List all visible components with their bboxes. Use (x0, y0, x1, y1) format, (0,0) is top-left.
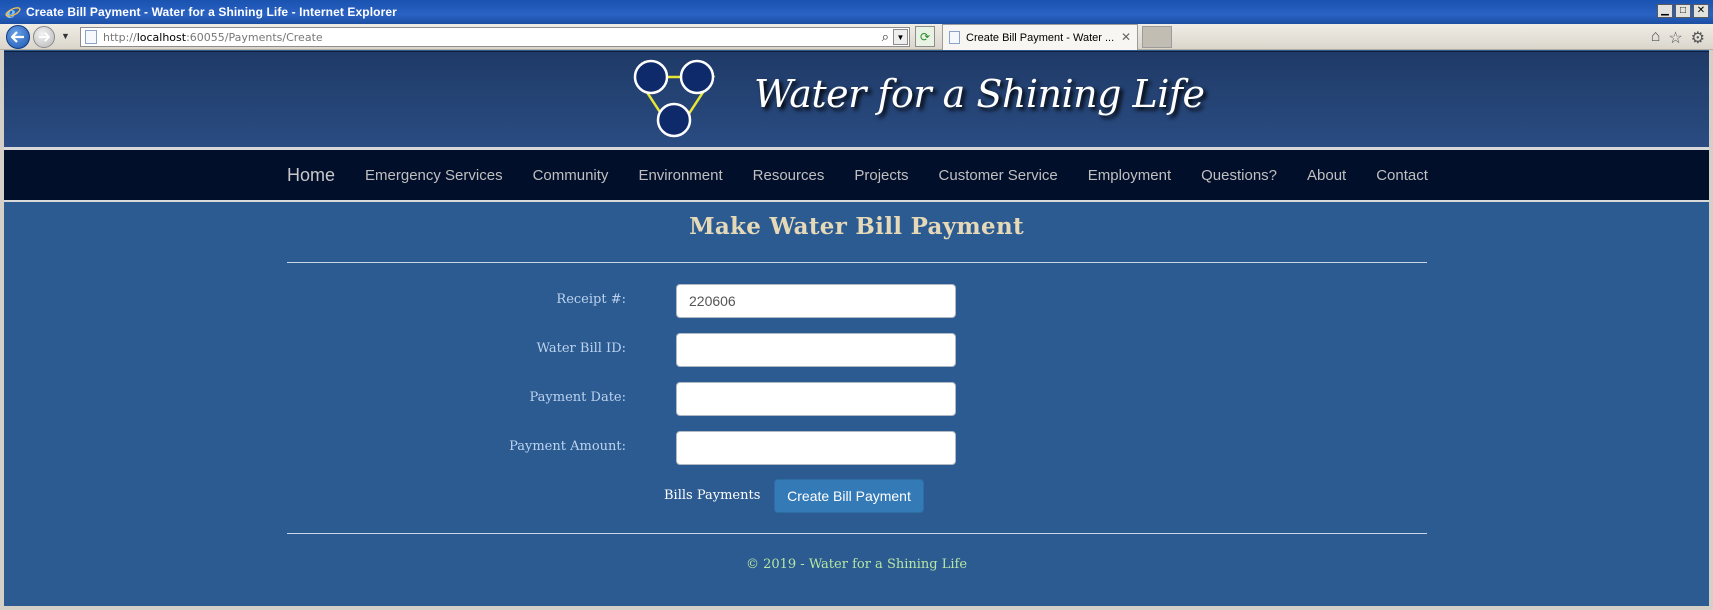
site-logo-icon (633, 59, 716, 138)
site-title[interactable]: Water for a Shining Life (754, 72, 1205, 116)
nav-environment-link[interactable]: Environment (638, 167, 722, 184)
minimize-button[interactable]: ▁ (1657, 4, 1673, 18)
water-bill-id-row: Water Bill ID: (4, 333, 1709, 367)
browser-toolbar: ▼ http://localhost:60055/Payments/Create… (0, 24, 1713, 50)
nav-resources-link[interactable]: Resources (753, 167, 825, 184)
favorites-star-icon[interactable]: ☆ (1668, 28, 1682, 48)
main-navigation: Home Emergency Services Community Enviro… (4, 150, 1709, 200)
payment-date-input[interactable] (676, 382, 956, 416)
tab-close-icon[interactable]: ✕ (1121, 30, 1131, 44)
nav-home-link[interactable]: Home (287, 165, 335, 186)
window-titlebar: e Create Bill Payment - Water for a Shin… (0, 0, 1713, 24)
forward-arrow-icon (39, 32, 50, 42)
payment-amount-row: Payment Amount: (4, 431, 1709, 465)
search-icon[interactable]: ⌕ (882, 29, 889, 45)
browser-tab[interactable]: Create Bill Payment - Water ... ✕ (942, 24, 1138, 50)
tab-page-icon (949, 31, 960, 44)
refresh-button[interactable]: ⟳ (915, 26, 935, 47)
payment-amount-label: Payment Amount: (509, 439, 626, 454)
window-frame-bottom (0, 606, 1713, 610)
back-arrow-icon (11, 31, 24, 43)
window-frame-right (1709, 50, 1713, 610)
nav-customer-service-link[interactable]: Customer Service (939, 167, 1058, 184)
receipt-label: Receipt #: (556, 292, 626, 307)
bottom-divider (287, 533, 1427, 534)
footer-copyright: © 2019 - Water for a Shining Life (745, 557, 968, 572)
settings-gear-icon[interactable]: ⚙ (1691, 28, 1705, 48)
payment-date-row: Payment Date: (4, 382, 1709, 416)
water-bill-id-input[interactable] (676, 333, 956, 367)
new-tab-button[interactable] (1142, 26, 1172, 48)
nav-emergency-services-link[interactable]: Emergency Services (365, 167, 503, 184)
forward-button[interactable] (33, 26, 55, 48)
nav-about-link[interactable]: About (1307, 167, 1346, 184)
top-divider (287, 262, 1427, 263)
internet-explorer-icon: e (4, 3, 22, 21)
page-icon (85, 30, 97, 44)
receipt-row: Receipt #: (4, 284, 1709, 318)
nav-contact-link[interactable]: Contact (1376, 167, 1428, 184)
bills-payments-link[interactable]: Bills Payments (664, 488, 760, 503)
home-icon[interactable]: ⌂ (1651, 28, 1661, 48)
window-title: Create Bill Payment - Water for a Shinin… (26, 5, 397, 19)
address-bar[interactable]: http://localhost:60055/Payments/Create ⌕… (80, 27, 910, 47)
history-dropdown-icon[interactable]: ▼ (61, 31, 70, 41)
url-text[interactable]: http://localhost:60055/Payments/Create (103, 31, 323, 44)
nav-employment-link[interactable]: Employment (1088, 167, 1171, 184)
site-header: Water for a Shining Life (4, 51, 1709, 147)
nav-projects-link[interactable]: Projects (854, 167, 908, 184)
maximize-button[interactable]: □ (1675, 4, 1691, 18)
create-bill-payment-button[interactable]: Create Bill Payment (774, 479, 924, 513)
nav-questions-link[interactable]: Questions? (1201, 167, 1277, 184)
back-button[interactable] (6, 25, 30, 49)
payment-date-label: Payment Date: (529, 390, 626, 405)
payment-amount-input[interactable] (676, 431, 956, 465)
page-title: Make Water Bill Payment (689, 213, 1024, 240)
nav-community-link[interactable]: Community (533, 167, 609, 184)
receipt-number-input[interactable] (676, 284, 956, 318)
main-content: Make Water Bill Payment Receipt #: Water… (4, 202, 1709, 606)
address-dropdown-icon[interactable]: ▼ (893, 29, 908, 45)
tab-title: Create Bill Payment - Water ... (966, 31, 1115, 44)
close-button[interactable]: ✕ (1693, 4, 1709, 18)
water-bill-id-label: Water Bill ID: (536, 341, 626, 356)
